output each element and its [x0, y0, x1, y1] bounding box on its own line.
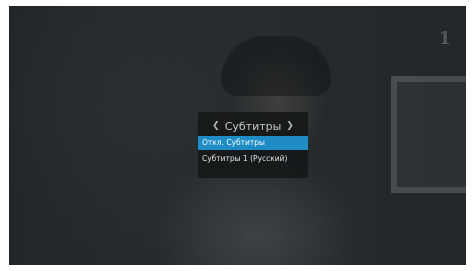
chevron-right-icon[interactable]: ❯	[281, 121, 299, 131]
subtitle-menu-header: ❮ Субтитры ❯	[198, 118, 308, 134]
video-player: 1 ❮ Субтитры ❯ Откл. Субтитры Субтитры 1…	[9, 6, 466, 265]
subtitle-option-russian[interactable]: Субтитры 1 (Русский)	[198, 152, 308, 166]
subtitle-menu-title: Субтитры	[224, 119, 282, 133]
subtitle-menu: ❮ Субтитры ❯ Откл. Субтитры Субтитры 1 (…	[198, 112, 308, 178]
subtitle-option-off[interactable]: Откл. Субтитры	[198, 136, 308, 150]
chevron-left-icon[interactable]: ❮	[207, 121, 225, 131]
channel-logo: 1	[438, 28, 452, 49]
